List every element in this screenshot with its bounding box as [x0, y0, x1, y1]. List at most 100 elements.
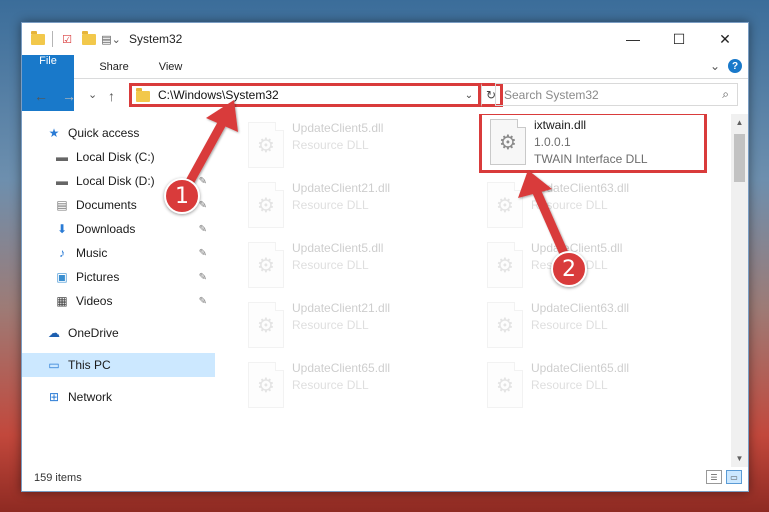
file-item[interactable]: ⚙ UpdateClient21.dll Resource DLL: [240, 178, 466, 234]
recent-locations-icon[interactable]: ⌄: [88, 88, 97, 101]
nav-item-music[interactable]: ♪ Music ✎: [22, 241, 215, 265]
drive-icon: ▬: [56, 174, 68, 188]
up-icon[interactable]: ↑: [108, 88, 115, 104]
address-bar[interactable]: C:\Windows\System32 ⌄: [129, 83, 481, 107]
window-title: System32: [129, 32, 183, 46]
nav-item-local-disk-c[interactable]: ▬ Local Disk (C:): [22, 145, 215, 169]
search-input[interactable]: Search System32 ⌕: [495, 83, 738, 106]
dll-file-icon: ⚙: [248, 362, 284, 408]
nav-item-label: Network: [68, 390, 113, 404]
nav-item-label: This PC: [68, 358, 111, 372]
folder-icon: [136, 88, 150, 102]
dll-file-icon: ⚙: [248, 122, 284, 168]
divider: [52, 31, 53, 47]
tab-view[interactable]: View: [144, 55, 198, 78]
file-type: Resource DLL: [531, 378, 608, 392]
close-button[interactable]: ✕: [702, 23, 748, 55]
ribbon-right-controls: ⌄ ?: [710, 59, 742, 73]
pin-icon[interactable]: ✎: [199, 272, 207, 283]
star-icon: ★: [48, 126, 60, 140]
forward-icon[interactable]: →: [62, 88, 76, 104]
nav-item-quick-access[interactable]: ★ Quick access: [22, 121, 215, 145]
file-item[interactable]: ⚙ UpdateClient63.dll Resource DLL: [479, 298, 705, 354]
file-type: Resource DLL: [292, 378, 369, 392]
chevron-down-icon[interactable]: ⌄: [460, 90, 478, 101]
file-item[interactable]: ⚙ UpdateClient21.dll Resource DLL: [240, 298, 466, 354]
nav-item-pictures[interactable]: ▣ Pictures ✎: [22, 265, 215, 289]
videos-icon: ▦: [56, 294, 68, 308]
file-item[interactable]: ⚙ UpdateClient5.dllResource DLL: [479, 238, 705, 294]
scroll-thumb[interactable]: [734, 134, 745, 182]
quick-access-toolbar: ☑ ▤⌄: [22, 30, 121, 47]
file-type: Resource DLL: [531, 318, 608, 332]
nav-item-label: Local Disk (D:): [76, 174, 155, 188]
dll-file-icon: ⚙: [490, 119, 526, 165]
file-name: UpdateClient5.dll: [292, 121, 384, 135]
callout-1: 1: [164, 178, 200, 214]
file-type: Resource DLL: [292, 198, 369, 212]
drive-icon: ▬: [56, 150, 68, 164]
help-icon[interactable]: ?: [728, 59, 742, 73]
navigation-pane: ★ Quick access ▬ Local Disk (C:) ▬ Local…: [22, 114, 215, 467]
nav-item-label: Documents: [76, 198, 137, 212]
title-bar: ☑ ▤⌄ System32 — ☐ ✕: [22, 23, 748, 55]
callout-2: 2: [551, 251, 587, 287]
nav-item-label: Quick access: [68, 126, 140, 140]
pin-icon[interactable]: ✎: [199, 176, 207, 187]
file-item[interactable]: ⚙ UpdateClient65.dll Resource DLL: [479, 358, 705, 414]
navigation-row: ← → ⌄ ↑ C:\Windows\System32 ⌄ ↻ Search S…: [22, 80, 748, 114]
file-name: UpdateClient63.dll: [531, 181, 630, 195]
maximize-button[interactable]: ☐: [656, 23, 702, 55]
tab-share[interactable]: Share: [84, 55, 143, 78]
address-path[interactable]: C:\Windows\System32: [158, 88, 460, 102]
file-item[interactable]: ⚙ UpdateClient65.dll Resource DLL: [240, 358, 466, 414]
file-list: ⚙ UpdateClient5.dll Resource DLL ⚙ ixtwai…: [228, 114, 728, 467]
file-item[interactable]: ⚙ UpdateClient63.dll Resource DLL: [479, 178, 705, 234]
nav-item-videos[interactable]: ▦ Videos ✎: [22, 289, 215, 313]
pin-icon[interactable]: ✎: [199, 248, 207, 259]
file-item-ixtwain[interactable]: ⚙ ixtwain.dll 1.0.0.1 TWAIN Interface DLL: [479, 114, 707, 173]
file-name: UpdateClient65.dll: [292, 361, 391, 375]
file-item[interactable]: ⚙ UpdateClient5.dllResource DLL: [240, 238, 466, 294]
file-type: Resource DLL: [292, 258, 369, 272]
file-name: UpdateClient63.dll: [531, 301, 630, 315]
music-icon: ♪: [59, 246, 65, 260]
pin-icon[interactable]: ✎: [199, 296, 207, 307]
details-view-icon[interactable]: ☰: [706, 470, 722, 484]
pin-icon[interactable]: ✎: [199, 200, 207, 211]
nav-item-network[interactable]: ⊞ Network: [22, 385, 215, 409]
item-count: 159 items: [34, 472, 82, 484]
properties-icon[interactable]: ☑: [59, 31, 75, 47]
file-type: Resource DLL: [292, 138, 369, 152]
download-icon: ⬇: [56, 222, 68, 236]
dll-file-icon: ⚙: [487, 182, 523, 228]
dll-file-icon: ⚙: [248, 182, 284, 228]
nav-item-downloads[interactable]: ⬇ Downloads ✎: [22, 217, 215, 241]
large-icons-view-icon[interactable]: ▭: [726, 470, 742, 484]
nav-item-label: Downloads: [76, 222, 136, 236]
file-type: Resource DLL: [531, 198, 608, 212]
nav-item-label: Pictures: [76, 270, 120, 284]
customize-toolbar-icon[interactable]: ▤⌄: [101, 31, 121, 47]
file-version: 1.0.0.1: [534, 135, 571, 149]
dll-file-icon: ⚙: [487, 362, 523, 408]
dll-file-icon: ⚙: [487, 302, 523, 348]
nav-item-onedrive[interactable]: ☁ OneDrive: [22, 321, 215, 345]
nav-item-label: OneDrive: [68, 326, 119, 340]
vertical-scrollbar[interactable]: ▲ ▼: [731, 114, 748, 467]
file-item[interactable]: ⚙ UpdateClient5.dll Resource DLL: [240, 118, 466, 174]
nav-item-this-pc[interactable]: ▭ This PC: [22, 353, 215, 377]
folder-icon: [30, 30, 46, 47]
view-toggle: ☰ ▭: [706, 470, 742, 484]
search-placeholder: Search System32: [504, 87, 599, 102]
computer-icon: ▭: [48, 358, 60, 372]
new-folder-icon[interactable]: [81, 30, 97, 47]
pin-icon[interactable]: ✎: [199, 224, 207, 235]
file-name: UpdateClient5.dll: [292, 241, 384, 255]
expand-ribbon-icon[interactable]: ⌄: [710, 59, 720, 73]
status-bar: 159 items ☰ ▭: [22, 465, 748, 491]
scroll-up-icon[interactable]: ▲: [731, 114, 748, 131]
dll-file-icon: ⚙: [248, 302, 284, 348]
back-icon[interactable]: ←: [34, 88, 48, 104]
minimize-button[interactable]: —: [610, 23, 656, 55]
